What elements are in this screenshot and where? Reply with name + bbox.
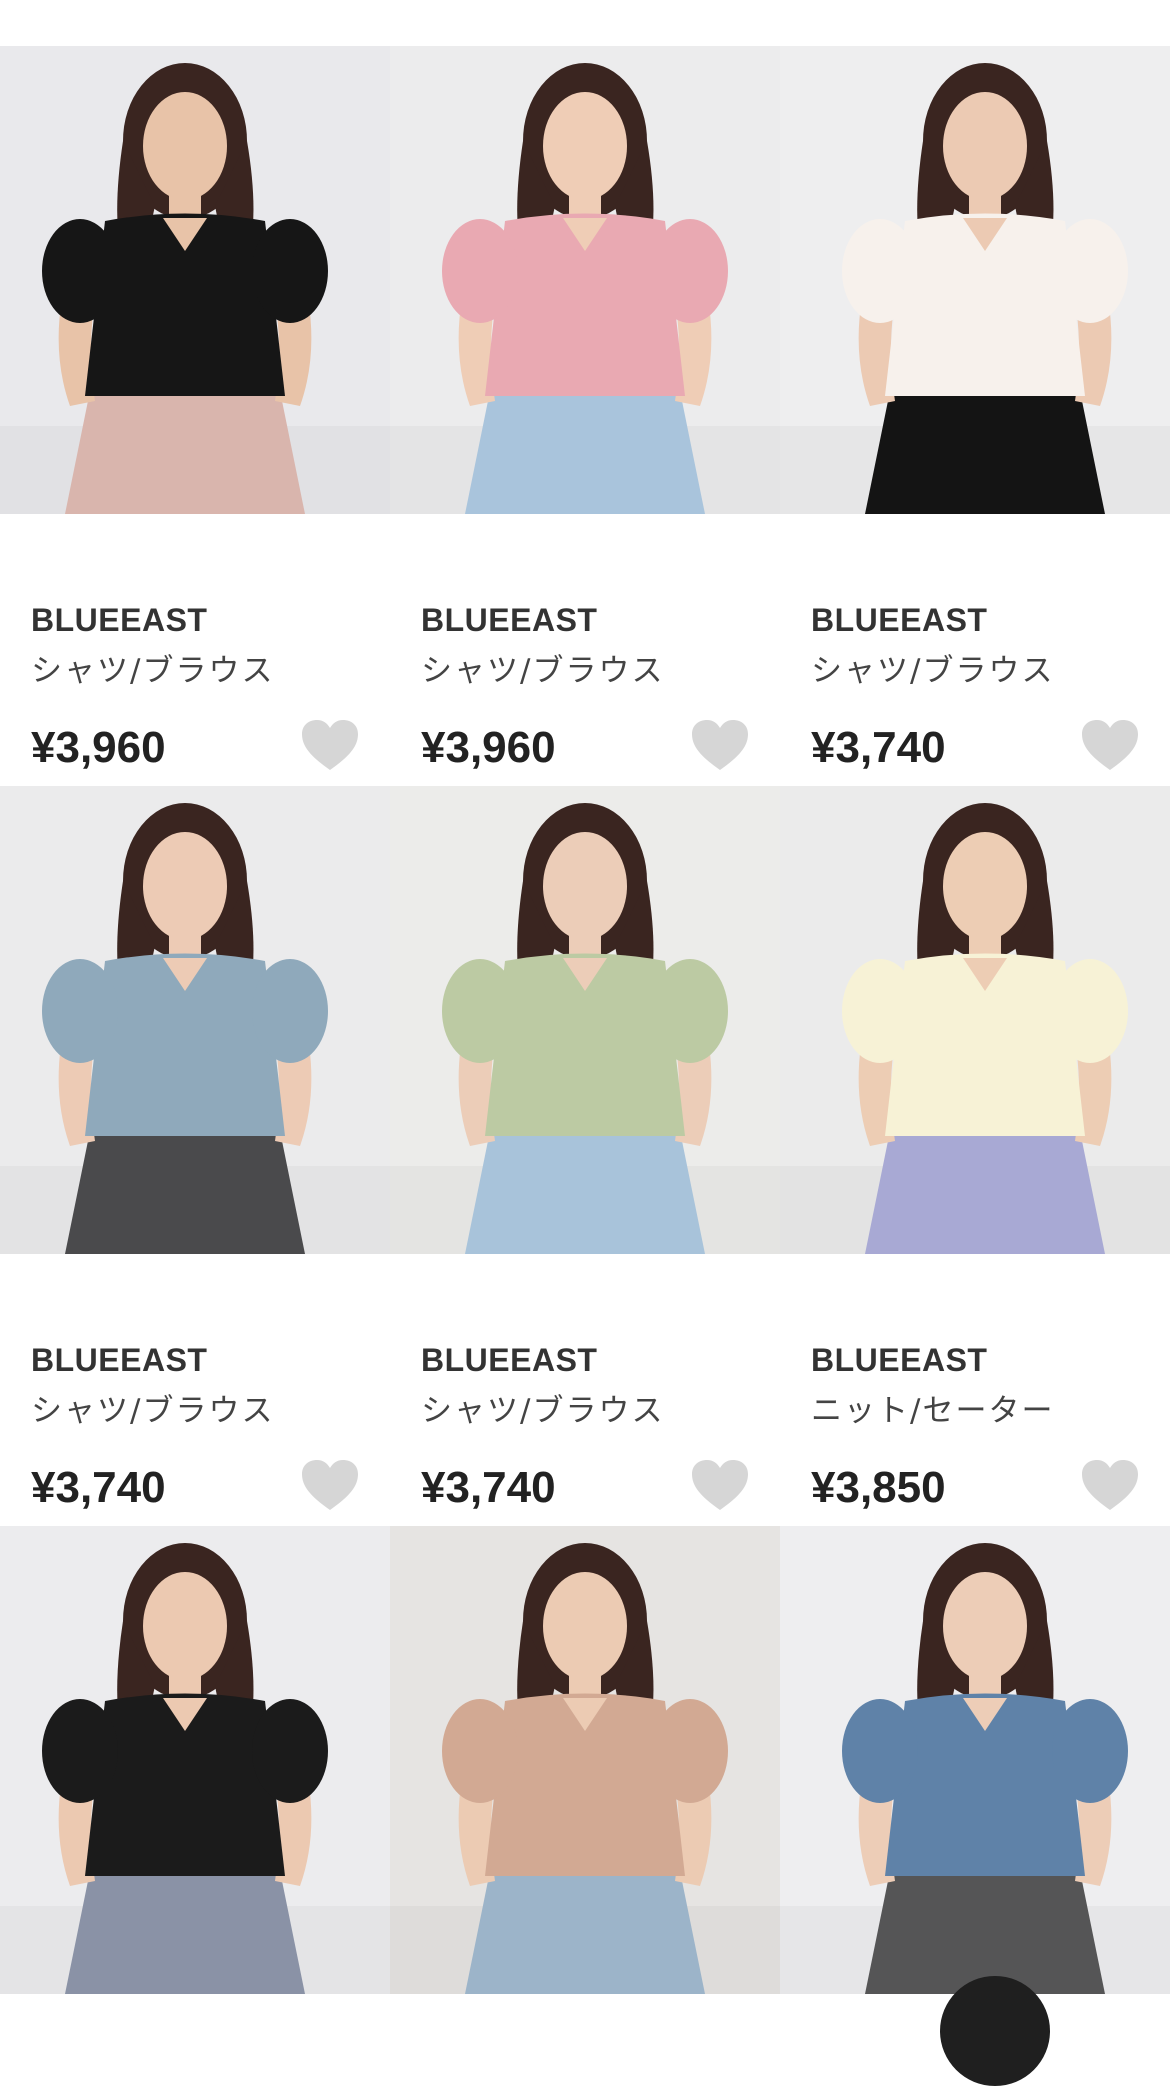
product-card[interactable] [390,1526,780,1996]
pink-blouse-photo [390,46,780,514]
product-category: シャツ/ブラウス [421,653,665,689]
favorite-button[interactable] [690,1458,750,1514]
floating-action-button[interactable] [940,1976,1050,2086]
product-info: BLUEEAST シャツ/ブラウス ¥3,960 [0,514,390,786]
product-info: BLUEEAST シャツ/ブラウス ¥3,740 [780,514,1170,786]
product-info: BLUEEAST シャツ/ブラウス ¥3,740 [0,1254,390,1526]
product-info: BLUEEAST ニット/セーター ¥3,850 [780,1254,1170,1526]
product-category: ニット/セーター [811,1393,1055,1429]
product-category: シャツ/ブラウス [31,1393,275,1429]
favorite-button[interactable] [690,718,750,774]
product-price: ¥3,960 [421,723,556,772]
product-brand: BLUEEAST [31,1342,208,1378]
product-category: シャツ/ブラウス [811,653,1055,689]
product-card[interactable]: BLUEEAST シャツ/ブラウス ¥3,960 [390,46,780,786]
product-image[interactable] [390,1526,780,1994]
black-blouse-photo [0,46,390,514]
heart-icon [302,720,358,770]
product-category: シャツ/ブラウス [421,1393,665,1429]
product-card[interactable]: BLUEEAST シャツ/ブラウス ¥3,740 [390,786,780,1526]
product-price: ¥3,850 [811,1463,946,1512]
ivory-blouse-photo [780,46,1170,514]
heart-icon [692,720,748,770]
product-image[interactable] [780,786,1170,1254]
sage-blouse-photo [390,786,780,1254]
black-knit-photo [0,1526,390,1994]
product-image[interactable] [0,1526,390,1994]
favorite-button[interactable] [1080,1458,1140,1514]
product-brand: BLUEEAST [811,1342,988,1378]
product-price: ¥3,740 [31,1463,166,1512]
product-info: BLUEEAST シャツ/ブラウス ¥3,740 [390,1254,780,1526]
product-price: ¥3,740 [811,723,946,772]
product-image[interactable] [390,46,780,514]
favorite-button[interactable] [300,1458,360,1514]
heart-icon [1082,1460,1138,1510]
product-grid: BLUEEAST シャツ/ブラウス ¥3,960 BLUEEAST シャツ/ブラ… [0,46,1170,1996]
product-brand: BLUEEAST [421,602,598,638]
product-image[interactable] [780,46,1170,514]
product-brand: BLUEEAST [421,1342,598,1378]
blue-blouse-photo [0,786,390,1254]
product-price: ¥3,960 [31,723,166,772]
heart-icon [1082,720,1138,770]
product-brand: BLUEEAST [811,602,988,638]
product-image[interactable] [0,786,390,1254]
product-category: シャツ/ブラウス [31,653,275,689]
product-card[interactable]: BLUEEAST シャツ/ブラウス ¥3,740 [780,46,1170,786]
product-card[interactable] [0,1526,390,1996]
heart-icon [692,1460,748,1510]
blue-knit-photo [780,1526,1170,1994]
product-card[interactable]: BLUEEAST シャツ/ブラウス ¥3,740 [0,786,390,1526]
product-card[interactable] [780,1526,1170,1996]
favorite-button[interactable] [300,718,360,774]
beige-knit-photo [390,1526,780,1994]
product-image[interactable] [390,786,780,1254]
heart-icon [302,1460,358,1510]
product-info: BLUEEAST シャツ/ブラウス ¥3,960 [390,514,780,786]
favorite-button[interactable] [1080,718,1140,774]
product-image[interactable] [0,46,390,514]
product-card[interactable]: BLUEEAST シャツ/ブラウス ¥3,960 [0,46,390,786]
cream-knit-photo [780,786,1170,1254]
product-image[interactable] [780,1526,1170,1994]
product-card[interactable]: BLUEEAST ニット/セーター ¥3,850 [780,786,1170,1526]
product-brand: BLUEEAST [31,602,208,638]
product-price: ¥3,740 [421,1463,556,1512]
